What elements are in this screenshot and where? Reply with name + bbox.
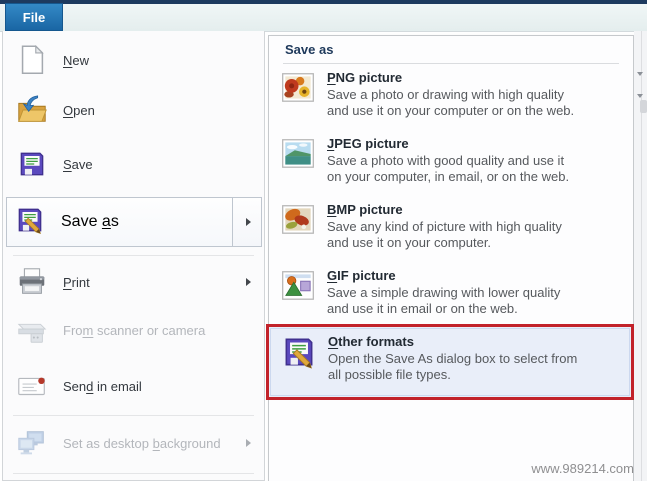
menu-item-from-scanner-or-camera[interactable]: From scanner or camera xyxy=(3,307,264,353)
save-as-floppy-pencil-icon xyxy=(14,204,46,241)
menu-item-label: New xyxy=(63,52,90,68)
menu-item-print[interactable]: Print xyxy=(3,259,264,305)
background-dropdown-arrow-icon xyxy=(637,94,643,98)
menu-item-save[interactable]: Save xyxy=(3,141,264,187)
background-dropdown-arrow-icon xyxy=(637,72,643,76)
menu-item-label: Set as desktop background xyxy=(63,435,221,451)
menu-item-send-in-email[interactable]: Send in email xyxy=(3,363,264,409)
submenu-item-jpeg-picture[interactable]: JPEG picture Save a photo with good qual… xyxy=(273,131,629,195)
scanner-icon xyxy=(13,311,51,349)
submenu-item-text: JPEG picture Save a photo with good qual… xyxy=(327,135,569,184)
file-menu-button[interactable]: File xyxy=(5,3,63,31)
background-scrollbar-fragment xyxy=(640,100,647,113)
menu-item-open[interactable]: Open xyxy=(3,87,264,133)
menu-item-label: Save as xyxy=(61,213,119,230)
submenu-item-text: Other formats Open the Save As dialog bo… xyxy=(328,333,577,382)
submenu-item-title: JPEG picture xyxy=(327,136,409,151)
submenu-item-title: Other formats xyxy=(328,334,414,349)
save-as-submenu-arrow-cell[interactable] xyxy=(232,197,262,247)
menu-separator xyxy=(13,255,254,256)
menu-item-label: Open xyxy=(63,102,95,118)
submenu-item-description: Save a photo with good quality and use i… xyxy=(327,153,570,184)
png-picture-icon xyxy=(279,69,317,107)
background-window-edge xyxy=(641,31,642,481)
red-highlight-annotation: Other formats Open the Save As dialog bo… xyxy=(266,324,634,400)
menu-item-save-as-main[interactable]: Save as xyxy=(6,197,233,247)
submenu-item-description: Save any kind of picture with high quali… xyxy=(327,219,562,250)
submenu-header-separator xyxy=(283,63,619,64)
open-folder-icon xyxy=(13,91,51,129)
save-as-submenu-panel: Save as PNG picture Save a photo or draw… xyxy=(266,35,634,481)
menu-item-label: Print xyxy=(63,274,90,290)
submenu-item-title: GIF picture xyxy=(327,268,396,283)
submenu-arrow-icon xyxy=(246,278,251,286)
menu-separator xyxy=(13,415,254,416)
menu-separator xyxy=(13,473,254,474)
printer-icon xyxy=(13,263,51,301)
new-document-icon xyxy=(13,41,51,79)
menu-item-label: Save xyxy=(63,156,93,172)
desktop-monitors-icon xyxy=(13,424,51,462)
jpeg-picture-icon xyxy=(279,135,317,173)
submenu-item-description: Open the Save As dialog box to select fr… xyxy=(328,351,578,382)
submenu-item-bmp-picture[interactable]: BMP picture Save any kind of picture wit… xyxy=(273,197,629,261)
bmp-picture-icon xyxy=(279,201,317,239)
menu-item-label: Send in email xyxy=(63,378,142,394)
submenu-arrow-icon xyxy=(246,218,251,226)
save-floppy-icon xyxy=(13,145,51,183)
menu-item-set-as-desktop-background[interactable]: Set as desktop background xyxy=(3,421,264,465)
submenu-item-text: PNG picture Save a photo or drawing with… xyxy=(327,69,574,118)
watermark-text: www.989214.com xyxy=(531,461,634,476)
submenu-item-other-formats[interactable]: Other formats Open the Save As dialog bo… xyxy=(270,328,630,396)
submenu-arrow-icon xyxy=(246,439,251,447)
gif-picture-icon xyxy=(279,267,317,305)
file-menu-panel: New Open Save Save as Print From scanner… xyxy=(2,31,265,481)
paint-file-menu-screen: File New Open Save Save as Print From sc… xyxy=(0,0,647,481)
submenu-header: Save as xyxy=(285,42,334,57)
email-envelope-icon xyxy=(13,367,51,405)
menu-item-save-as[interactable]: Save as xyxy=(6,197,262,247)
submenu-item-png-picture[interactable]: PNG picture Save a photo or drawing with… xyxy=(273,65,629,129)
submenu-item-text: GIF picture Save a simple drawing with l… xyxy=(327,267,560,316)
ribbon-top-area xyxy=(0,4,647,32)
submenu-item-description: Save a photo or drawing with high qualit… xyxy=(327,87,575,118)
menu-item-label: From scanner or camera xyxy=(63,322,206,338)
submenu-item-gif-picture[interactable]: GIF picture Save a simple drawing with l… xyxy=(273,263,629,327)
submenu-item-title: BMP picture xyxy=(327,202,403,217)
submenu-item-text: BMP picture Save any kind of picture wit… xyxy=(327,201,562,250)
other-formats-floppy-icon xyxy=(280,333,318,371)
submenu-item-description: Save a simple drawing with lower quality… xyxy=(327,285,561,316)
menu-item-new[interactable]: New xyxy=(3,37,264,83)
submenu-item-title: PNG picture xyxy=(327,70,403,85)
